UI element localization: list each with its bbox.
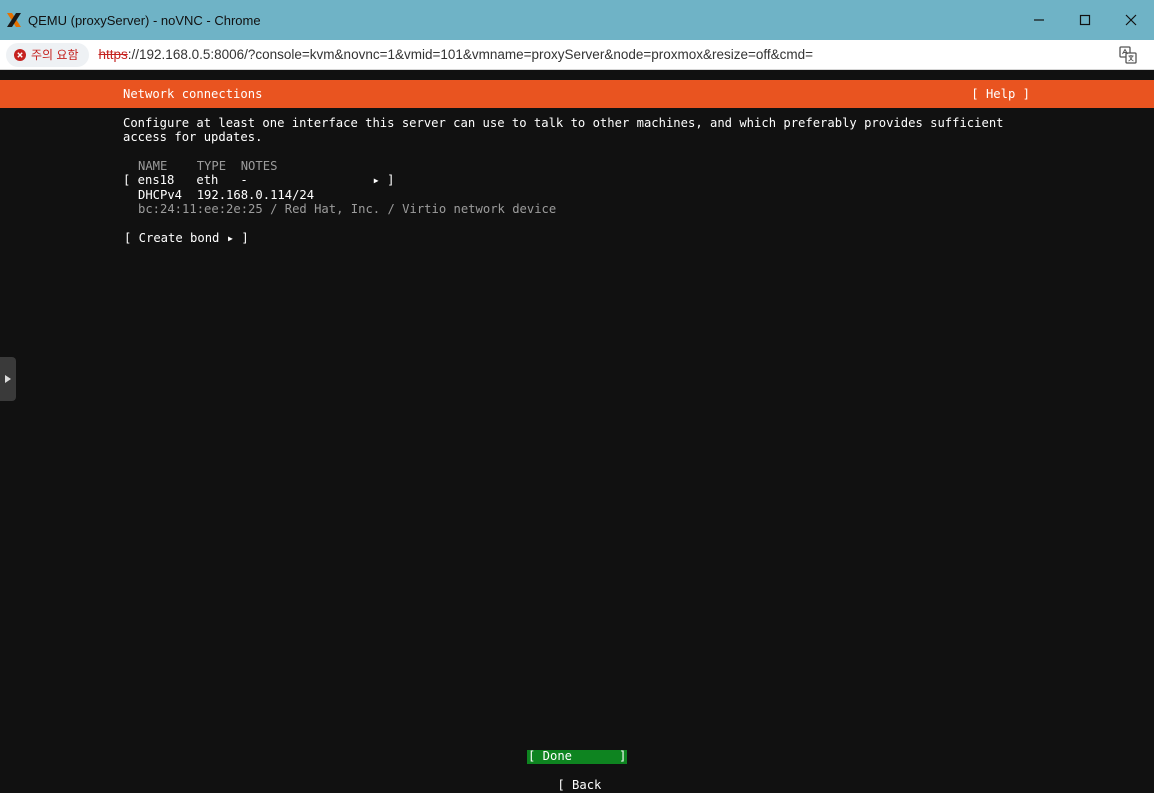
dhcp-address-row: DHCPv4 192.168.0.114/24 [138, 188, 315, 202]
chevron-right-icon [5, 375, 11, 383]
help-button[interactable]: [ Help ] [971, 87, 1030, 101]
proxmox-x-icon [7, 13, 21, 27]
minimize-icon [1034, 19, 1044, 21]
close-icon [1125, 14, 1137, 26]
screen-title: Network connections [123, 87, 263, 101]
url-scheme: https [98, 47, 128, 62]
window-controls [1016, 0, 1154, 40]
close-button[interactable] [1108, 0, 1154, 40]
interface-row-ens18[interactable]: [ ens18 eth - ▸ ] [123, 173, 395, 187]
table-header: NAME TYPE NOTES [138, 159, 278, 173]
novnc-control-bar-handle[interactable] [0, 357, 16, 401]
translate-icon[interactable] [1118, 45, 1138, 65]
intro-text-line1: Configure at least one interface this se… [123, 116, 1004, 130]
security-chip[interactable]: 주의 요함 [6, 42, 89, 67]
done-button[interactable]: [ Done ] [527, 749, 627, 764]
window-titlebar: QEMU (proxyServer) - noVNC - Chrome [0, 0, 1154, 40]
back-button[interactable]: [ Back ] [528, 764, 628, 793]
vnc-console[interactable]: Network connections [ Help ] Configure a… [0, 70, 1154, 793]
minimize-button[interactable] [1016, 0, 1062, 40]
done-label: [ Done [528, 749, 573, 763]
create-bond-button[interactable]: [ Create bond ▸ ] [124, 231, 249, 245]
done-bracket: ] [619, 749, 627, 763]
url-field[interactable]: https://192.168.0.5:8006/?console=kvm&no… [99, 47, 814, 62]
intro-text-line2: access for updates. [123, 130, 263, 144]
address-bar: 주의 요함 https://192.168.0.5:8006/?console=… [0, 40, 1154, 70]
not-secure-icon [14, 48, 26, 61]
mac-vendor-row: bc:24:11:ee:2e:25 / Red Hat, Inc. / Virt… [138, 202, 557, 216]
back-label: [ Back [557, 778, 602, 792]
maximize-button[interactable] [1062, 0, 1108, 40]
window-title: QEMU (proxyServer) - noVNC - Chrome [28, 12, 261, 28]
maximize-icon [1079, 14, 1091, 26]
installer-header: Network connections [ Help ] [0, 80, 1154, 108]
security-label: 주의 요함 [31, 48, 79, 62]
url-rest: ://192.168.0.5:8006/?console=kvm&novnc=1… [127, 47, 814, 62]
